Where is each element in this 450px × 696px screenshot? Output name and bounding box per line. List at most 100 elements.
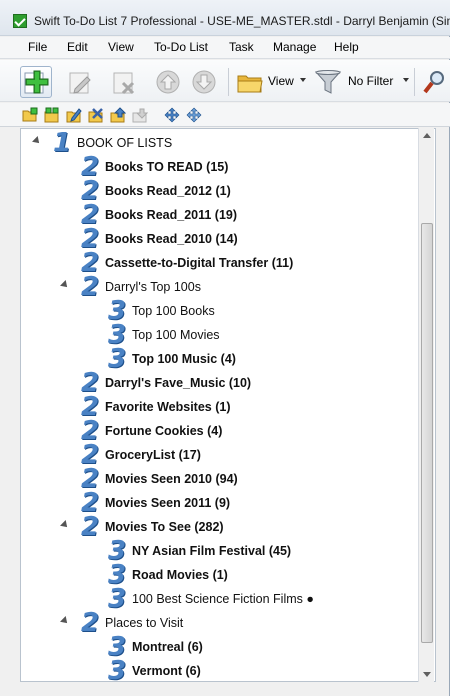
tree-item-label: Top 100 Movies — [132, 328, 220, 342]
collapse-toggle-icon[interactable] — [60, 520, 70, 530]
collapse-toggle-icon[interactable] — [32, 136, 42, 146]
tree-item[interactable]: 2 Cassette-to-Digital Transfer (11) — [81, 248, 294, 278]
tree-item-label: Darryl's Top 100s — [105, 280, 201, 294]
tree-item-label: 100 Best Science Fiction Films ● — [132, 592, 314, 606]
level-2-icon: 2 — [81, 608, 100, 638]
list-toolbar — [0, 103, 450, 127]
edit-icon — [69, 72, 91, 94]
tree-item[interactable]: 2 Darryl's Top 100s — [81, 272, 201, 302]
tree-item-label: Movies Seen 2010 (94) — [105, 472, 238, 486]
move-up-icon — [156, 70, 180, 94]
tree-item-label: Montreal (6) — [132, 640, 203, 654]
tree-item[interactable]: 2 Books Read_2012 (1) — [81, 176, 231, 206]
view-dropdown-label[interactable]: View — [268, 74, 294, 88]
tree-item[interactable]: 2 Movies Seen 2011 (9) — [81, 488, 231, 518]
app-logo-icon — [13, 14, 27, 28]
tree-item-label: GroceryList (17) — [105, 448, 201, 462]
tree-item-label: NY Asian Film Festival (45) — [132, 544, 292, 558]
tree-item[interactable]: 3 100 Best Science Fiction Films ● — [108, 584, 314, 614]
tree-item[interactable]: 2 Books Read_2011 (19) — [81, 200, 238, 230]
add-task-button[interactable] — [20, 66, 52, 98]
level-2-icon: 2 — [81, 272, 100, 302]
level-3-icon: 3 — [108, 344, 127, 374]
new-folder-icon[interactable] — [22, 107, 38, 123]
tree-item-label: Movies Seen 2011 (9) — [105, 496, 231, 510]
menu-edit[interactable]: Edit — [67, 40, 88, 54]
tree-item[interactable]: 2 Books TO READ (15) — [81, 152, 229, 182]
tree-item-label: Fortune Cookies (4) — [105, 424, 223, 438]
move-list-down-icon[interactable] — [132, 107, 148, 123]
tree-item-label: Books Read_2011 (19) — [105, 208, 238, 222]
delete-icon — [113, 72, 135, 95]
view-folder-button[interactable] — [234, 66, 266, 98]
search-button[interactable] — [420, 66, 448, 98]
collapse-toggle-icon[interactable] — [60, 280, 70, 290]
tree-item-label: Darryl's Fave_Music (10) — [105, 376, 252, 390]
move-list-up-icon[interactable] — [110, 107, 126, 123]
tree-item-label: BOOK OF LISTS — [77, 136, 173, 150]
scrollbar-thumb[interactable] — [421, 223, 433, 643]
add-task-icon — [24, 70, 49, 94]
tree-item-label: Cassette-to-Digital Transfer (11) — [105, 256, 294, 270]
tree-item-label: Movies To See (282) — [105, 520, 224, 534]
move-down-icon — [192, 70, 216, 94]
new-subfolder-icon[interactable] — [44, 107, 60, 123]
tree-item[interactable]: 2 Books Read_2010 (14) — [81, 224, 238, 254]
menu-bar: File Edit View To-Do List Task Manage He… — [0, 37, 450, 59]
tree-item[interactable]: 2 Places to Visit — [81, 608, 184, 638]
level-3-icon: 3 — [108, 656, 127, 682]
toolbar-separator — [414, 68, 415, 96]
menu-todo-list[interactable]: To-Do List — [154, 40, 208, 54]
filter-icon — [314, 70, 342, 94]
tree-item-label: Places to Visit — [105, 616, 184, 630]
filter-button[interactable] — [312, 66, 344, 98]
tree-item-label: Favorite Websites (1) — [105, 400, 231, 414]
scroll-down-arrow-icon[interactable] — [423, 672, 431, 677]
level-1-icon: 1 — [53, 128, 72, 158]
tree-item[interactable]: 2 Darryl's Fave_Music (10) — [81, 368, 252, 398]
level-2-icon: 2 — [81, 512, 100, 542]
tree-item[interactable]: 2 Fortune Cookies (4) — [81, 416, 223, 446]
list-tree[interactable]: 1 BOOK OF LISTS 2 Books TO READ (15) 2 B… — [20, 128, 436, 682]
app-window: Swift To-Do List 7 Professional - USE-ME… — [0, 0, 450, 696]
menu-file[interactable]: File — [28, 40, 47, 54]
menu-task[interactable]: Task — [229, 40, 254, 54]
folder-icon — [237, 75, 263, 93]
move-up-button[interactable] — [152, 66, 184, 98]
level-3-icon: 3 — [108, 584, 127, 614]
delete-task-button[interactable] — [108, 66, 140, 98]
tree-item[interactable]: 2 Movies Seen 2010 (94) — [81, 464, 238, 494]
tree-item-label: Books Read_2010 (14) — [105, 232, 238, 246]
tree-item[interactable]: 3 Top 100 Music (4) — [108, 344, 236, 374]
move-down-button[interactable] — [188, 66, 220, 98]
toolbar-separator — [228, 68, 229, 96]
menu-manage[interactable]: Manage — [273, 40, 316, 54]
delete-list-icon[interactable] — [88, 107, 104, 123]
tree-item-label: Road Movies (1) — [132, 568, 228, 582]
scroll-up-arrow-icon[interactable] — [423, 133, 431, 138]
window-title: Swift To-Do List 7 Professional - USE-ME… — [34, 14, 450, 28]
rename-icon[interactable] — [66, 107, 82, 123]
filter-dropdown-label[interactable]: No Filter — [348, 74, 393, 88]
vertical-scrollbar[interactable] — [418, 128, 434, 682]
expand-all-icon[interactable] — [164, 107, 180, 123]
tree-item-label: Books Read_2012 (1) — [105, 184, 231, 198]
menu-help[interactable]: Help — [334, 40, 359, 54]
view-dropdown-arrow-icon[interactable] — [300, 78, 306, 82]
tree-root-item[interactable]: 1 BOOK OF LISTS — [53, 128, 173, 158]
tree-item[interactable]: 3 Vermont (6) — [108, 656, 201, 682]
filter-dropdown-arrow-icon[interactable] — [403, 78, 409, 82]
collapse-toggle-icon[interactable] — [60, 616, 70, 626]
menu-view[interactable]: View — [108, 40, 134, 54]
tree-item[interactable]: 2 Favorite Websites (1) — [81, 392, 231, 422]
search-icon — [423, 71, 444, 94]
edit-task-button[interactable] — [64, 66, 96, 98]
collapse-all-icon[interactable] — [186, 107, 202, 123]
tree-item-label: Top 100 Music (4) — [132, 352, 236, 366]
tree-item[interactable]: 2 Movies To See (282) — [81, 512, 224, 542]
title-bar[interactable]: Swift To-Do List 7 Professional - USE-ME… — [0, 0, 450, 36]
tree-item[interactable]: 3 NY Asian Film Festival (45) — [108, 536, 292, 566]
tree-item-label: Books TO READ (15) — [105, 160, 229, 174]
tree-item-label: Top 100 Books — [132, 304, 215, 318]
tree-item-label: Vermont (6) — [132, 664, 201, 678]
